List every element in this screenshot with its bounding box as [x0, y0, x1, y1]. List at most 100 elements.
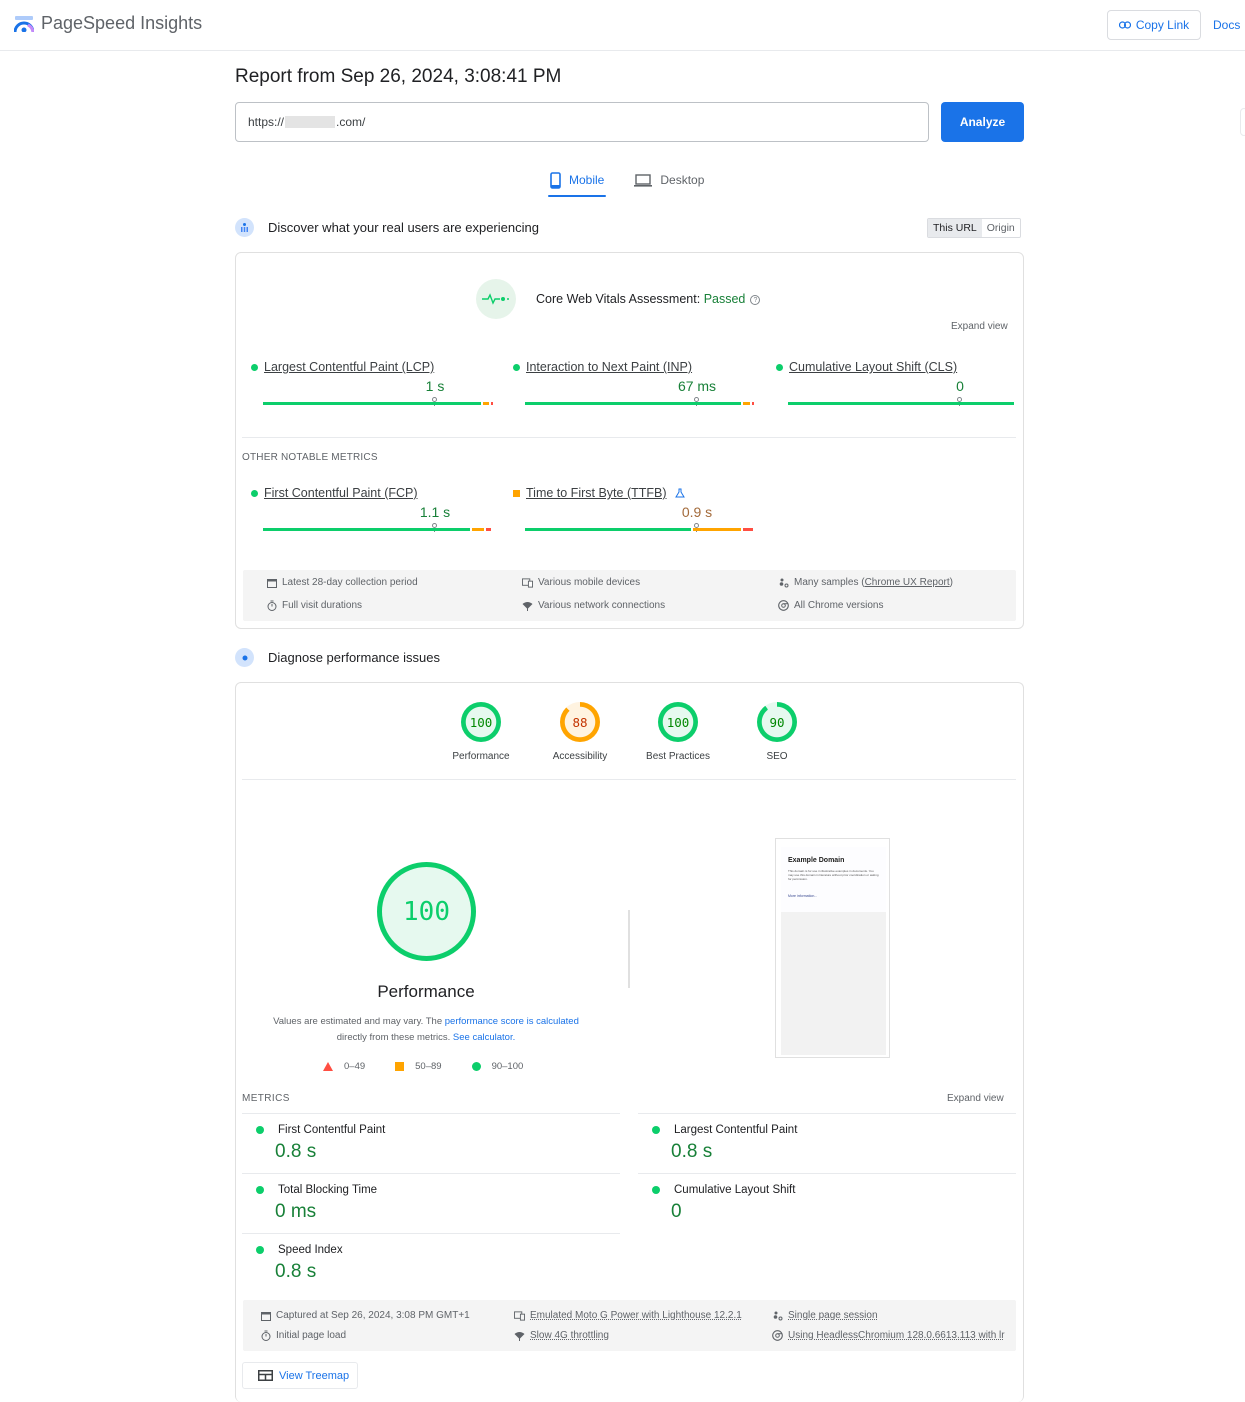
info-emulated-device[interactable]: Emulated Moto G Power with Lighthouse 12…	[514, 1310, 742, 1321]
good-dot-icon	[256, 1126, 264, 1134]
lcp-link[interactable]: Largest Contentful Paint (LCP)	[251, 360, 481, 374]
inp-link[interactable]: Interaction to Next Paint (INP)	[513, 360, 743, 374]
info-samples: Many samples (Chrome UX Report)	[778, 577, 953, 588]
laptop-icon	[634, 173, 653, 187]
other-metrics-label: OTHER NOTABLE METRICS	[242, 452, 378, 463]
legend-pass: 90–100	[471, 1061, 523, 1072]
screenshot-body: This domain is for use in illustrative e…	[788, 869, 879, 881]
fcp-value: 1.1 s	[419, 504, 451, 520]
cls-link[interactable]: Cumulative Layout Shift (CLS)	[776, 360, 1006, 374]
info-devices: Various mobile devices	[522, 577, 640, 588]
device-tabs: Mobile Desktop	[548, 164, 706, 197]
chrome-icon	[778, 600, 789, 611]
toggle-origin[interactable]: Origin	[981, 219, 1020, 237]
samples-icon	[778, 577, 789, 588]
field-info-box: Latest 28-day collection period Various …	[243, 570, 1016, 621]
metric-label: Speed Index	[278, 1244, 343, 1256]
info-page-load: Initial page load	[260, 1330, 346, 1341]
info-throttling[interactable]: Slow 4G throttling	[514, 1330, 609, 1341]
copy-link-button[interactable]: Copy Link	[1107, 10, 1201, 40]
distribution-bar	[263, 402, 493, 405]
ttfb-value: 0.9 s	[681, 504, 713, 520]
score-ring: 90	[757, 702, 797, 742]
treemap-icon	[258, 1370, 273, 1381]
performance-title: Performance	[377, 982, 475, 1001]
users-icon	[235, 218, 254, 237]
lab-data-header: Diagnose performance issues	[235, 648, 440, 667]
see-calculator-link[interactable]: See calculator.	[453, 1032, 515, 1043]
ttfb-link[interactable]: Time to First Byte (TTFB)	[513, 486, 743, 500]
info-network: Various network connections	[522, 600, 665, 611]
good-dot-icon	[652, 1186, 660, 1194]
divider	[242, 1113, 620, 1114]
side-panel-handle[interactable]	[1240, 108, 1245, 136]
lab-metric-fcp: First Contentful Paint 0.8 s	[242, 1124, 620, 1163]
score-gauge-performance[interactable]: 100 Performance	[431, 702, 531, 762]
info-text: Various network connections	[538, 600, 666, 611]
info-text: Slow 4G throttling	[530, 1330, 609, 1341]
good-dot-icon	[251, 489, 258, 497]
calendar-icon	[266, 577, 277, 588]
info-text: Latest 28-day collection period	[282, 577, 418, 588]
score-label: Accessibility	[552, 751, 608, 762]
analyze-button[interactable]: Analyze	[941, 102, 1024, 142]
fcp-label: First Contentful Paint (FCP)	[264, 486, 418, 500]
toggle-this-url[interactable]: This URL	[928, 219, 982, 237]
legend-range: 0–49	[344, 1061, 366, 1072]
score-label: SEO	[766, 751, 788, 762]
url-suffix: .com/	[336, 115, 366, 129]
vertical-divider	[628, 910, 630, 988]
lab-section-title: Diagnose performance issues	[268, 650, 440, 665]
screenshot-link: More information...	[788, 894, 818, 898]
info-text: Full visit durations	[282, 600, 363, 611]
desc-text: directly from these metrics.	[336, 1032, 453, 1043]
link-icon	[1118, 21, 1131, 29]
metric-label: Cumulative Layout Shift	[674, 1184, 796, 1196]
lab-metric-lcp: Largest Contentful Paint 0.8 s	[638, 1124, 1016, 1163]
field-expand-view[interactable]: Expand view	[951, 321, 1008, 332]
performance-gauge: 100	[377, 862, 476, 961]
crux-report-link[interactable]: Chrome UX Report	[865, 577, 950, 588]
mobile-icon	[550, 171, 561, 189]
logo[interactable]: PageSpeed Insights	[14, 13, 202, 34]
lab-metric-si: Speed Index 0.8 s	[242, 1244, 620, 1283]
metric-value: 0.8 s	[671, 1141, 713, 1162]
distribution-bar	[263, 528, 491, 531]
help-icon[interactable]: ?	[750, 294, 761, 305]
tab-desktop[interactable]: Desktop	[632, 164, 706, 196]
url-prefix: https://	[248, 115, 285, 129]
tab-mobile[interactable]: Mobile	[548, 164, 607, 197]
url-input[interactable]: https:// .com/	[235, 102, 929, 142]
info-text: All Chrome versions	[794, 600, 884, 611]
info-session[interactable]: Single page session	[772, 1310, 878, 1321]
timer-icon	[266, 600, 277, 611]
lab-metric-cls: Cumulative Layout Shift 0	[638, 1184, 1016, 1223]
screenshot-page: Example Domain This domain is for use in…	[781, 847, 886, 912]
lcp-value: 1 s	[425, 378, 445, 394]
distribution-bar	[525, 402, 754, 405]
lab-expand-view[interactable]: Expand view	[947, 1093, 1004, 1104]
samples-suffix: )	[949, 577, 953, 588]
info-visit-durations: Full visit durations	[266, 600, 362, 611]
redacted-domain	[285, 116, 336, 128]
ttfb-label: Time to First Byte (TTFB)	[526, 486, 667, 500]
score-gauge-best-practices[interactable]: 100 Best Practices	[628, 702, 728, 762]
score-legend: 0–49 50–89 90–100	[323, 1061, 523, 1072]
metric-value: 0 ms	[275, 1201, 317, 1222]
cwv-status: Passed	[703, 292, 746, 306]
info-browser-version[interactable]: Using HeadlessChromium 128.0.6613.113 wi…	[772, 1330, 1005, 1341]
final-screenshot[interactable]: Example Domain This domain is for use in…	[775, 838, 890, 1058]
docs-link[interactable]: Docs	[1213, 18, 1240, 32]
score-gauge-seo[interactable]: 90 SEO	[727, 702, 827, 762]
score-calculated-link[interactable]: performance score is calculated	[445, 1016, 579, 1027]
view-treemap-button[interactable]: View Treemap	[242, 1362, 358, 1389]
score-gauge-accessibility[interactable]: 88 Accessibility	[530, 702, 630, 762]
chrome-icon	[772, 1330, 783, 1341]
copy-link-label: Copy Link	[1135, 18, 1190, 32]
field-section-title: Discover what your real users are experi…	[268, 220, 539, 235]
fcp-link[interactable]: First Contentful Paint (FCP)	[251, 486, 481, 500]
legend-fail: 0–49	[323, 1061, 365, 1072]
divider	[242, 437, 1016, 438]
desc-text: Values are estimated and may vary. The	[273, 1016, 445, 1027]
legend-average: 50–89	[395, 1061, 442, 1072]
